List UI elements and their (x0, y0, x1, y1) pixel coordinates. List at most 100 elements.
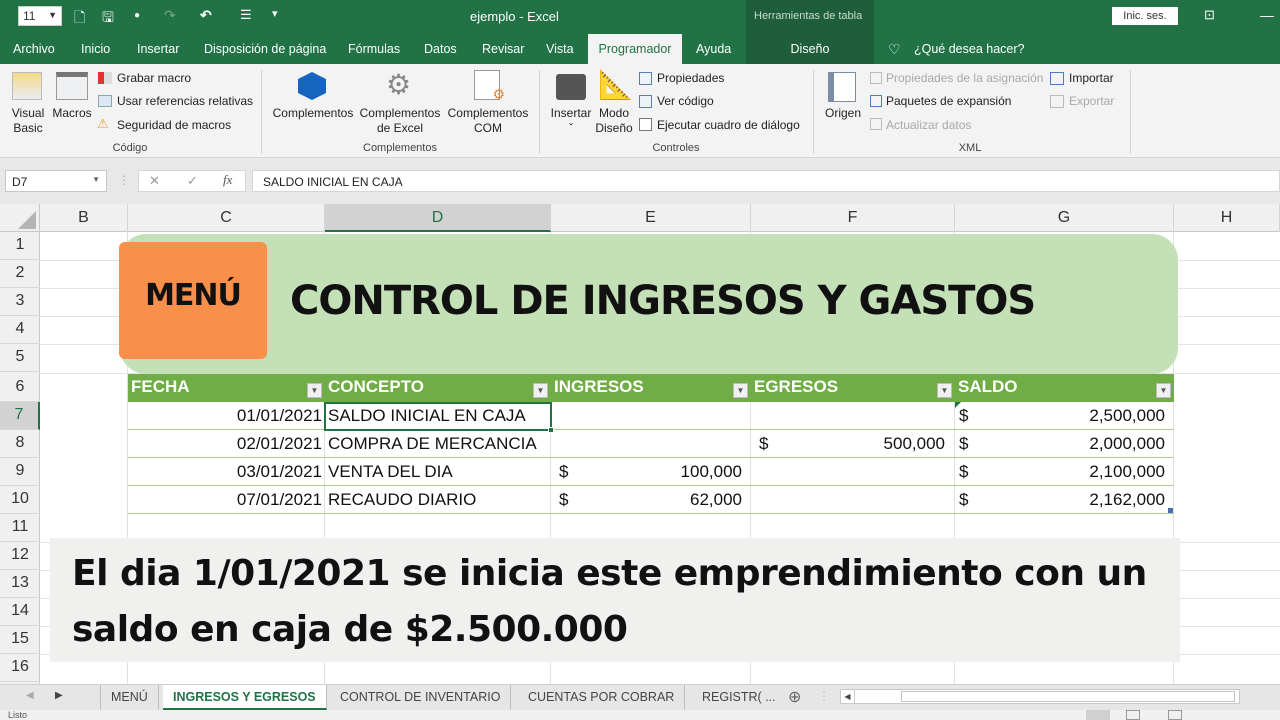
cell-saldo[interactable]: $2,500,000 (955, 402, 1165, 430)
cell-ingresos[interactable]: $62,000 (555, 486, 742, 514)
tell-me-input[interactable]: ¿Qué desea hacer? (914, 42, 1025, 56)
page-break-view-icon[interactable] (1168, 710, 1182, 720)
sheet-tab-control-inventario[interactable]: CONTROL DE INVENTARIO (330, 685, 512, 710)
cell-concepto[interactable]: RECAUDO DIARIO (328, 486, 554, 514)
filter-dropdown-icon[interactable]: ▼ (733, 383, 748, 398)
cell-saldo[interactable]: $2,100,000 (955, 458, 1165, 486)
sheet-tab-ingresos-egresos[interactable]: INGRESOS Y EGRESOS (163, 685, 327, 710)
column-header-d[interactable]: D (325, 204, 551, 232)
macros-button[interactable]: Macros (50, 106, 94, 121)
export-button[interactable]: Exportar (1069, 94, 1114, 108)
cell-ingresos[interactable]: $100,000 (555, 458, 742, 486)
fill-handle[interactable] (548, 427, 554, 433)
cell-egresos[interactable] (751, 486, 955, 514)
customize-qat-icon[interactable]: ▾ (272, 7, 278, 20)
filter-dropdown-icon[interactable]: ▼ (1156, 383, 1171, 398)
properties-button[interactable]: Propiedades (657, 71, 724, 85)
minimize-icon[interactable]: — (1260, 7, 1274, 23)
com-add-ins-button[interactable]: Complementos COM (444, 106, 532, 136)
cell-fecha[interactable]: 07/01/2021 (128, 486, 322, 514)
cell-saldo[interactable]: $2,162,000 (955, 486, 1165, 514)
font-size-select[interactable]: 11 ▼ (18, 6, 62, 26)
scrollbar-thumb[interactable] (901, 691, 1235, 702)
row-header[interactable]: 3 (0, 288, 40, 316)
tab-diseno[interactable]: Diseño (746, 34, 874, 64)
horizontal-scrollbar[interactable]: ◀ (840, 689, 1240, 704)
excel-add-ins-button[interactable]: Complementos de Excel (356, 106, 444, 136)
expansion-packs-button[interactable]: Paquetes de expansión (886, 94, 1011, 108)
scroll-left-arrow-icon[interactable]: ◀ (841, 690, 855, 703)
ribbon-display-icon[interactable]: ⊡ (1204, 7, 1215, 23)
cell-fecha[interactable]: 02/01/2021 (128, 430, 322, 458)
row-header[interactable]: 2 (0, 260, 40, 288)
cell-saldo[interactable]: $2,000,000 (955, 430, 1165, 458)
redo-icon[interactable]: ↷ (164, 7, 176, 24)
tab-programador[interactable]: Programador (588, 34, 682, 64)
enter-icon[interactable]: ✓ (187, 173, 198, 189)
add-sheet-icon[interactable]: ⊕ (788, 687, 801, 707)
column-header-h[interactable]: H (1174, 204, 1280, 232)
scroll-right-icon[interactable]: ▶ (55, 690, 63, 701)
cell-concepto[interactable]: VENTA DEL DIA (328, 458, 554, 486)
row-header-selected[interactable]: 7 (0, 402, 40, 430)
page-layout-view-icon[interactable] (1126, 710, 1140, 720)
row-header[interactable]: 14 (0, 598, 40, 626)
row-header[interactable]: 1 (0, 232, 40, 260)
name-box[interactable]: D7 ▼ (5, 170, 107, 192)
save-icon[interactable]: 🖫 (102, 7, 114, 31)
tab-revisar[interactable]: Revisar (482, 42, 524, 56)
form-icon[interactable]: ☰ (240, 7, 252, 23)
row-header[interactable]: 5 (0, 344, 40, 372)
select-all-button[interactable] (0, 204, 40, 232)
cell-ingresos[interactable] (551, 402, 751, 430)
sheet-tab-registro[interactable]: REGISTR( ... (692, 685, 786, 710)
active-cell-d7[interactable] (324, 402, 552, 431)
tab-disposicion[interactable]: Disposición de página (204, 42, 326, 56)
cell-egresos[interactable]: $500,000 (755, 430, 945, 458)
cell-ingresos[interactable] (551, 430, 751, 458)
cell-egresos[interactable] (751, 402, 955, 430)
cell-fecha[interactable]: 01/01/2021 (128, 402, 322, 430)
formula-input[interactable]: SALDO INICIAL EN CAJA (252, 170, 1280, 192)
cell-egresos[interactable] (751, 458, 955, 486)
import-button[interactable]: Importar (1069, 71, 1114, 85)
view-code-button[interactable]: Ver código (657, 94, 714, 108)
new-file-icon[interactable]: 🗋 (74, 7, 85, 31)
row-header[interactable]: 15 (0, 626, 40, 654)
row-header[interactable]: 6 (0, 374, 40, 402)
sign-in-button[interactable]: Inic. ses. (1112, 7, 1178, 25)
cell-fecha[interactable]: 03/01/2021 (128, 458, 322, 486)
row-header[interactable]: 16 (0, 654, 40, 682)
undo-icon[interactable]: ↶ (200, 7, 212, 24)
tab-ayuda[interactable]: Ayuda (696, 42, 731, 56)
insert-function-icon[interactable]: fx (223, 172, 232, 188)
row-header[interactable]: 8 (0, 430, 40, 458)
tab-archivo[interactable]: Archivo (13, 42, 55, 56)
row-header[interactable]: 13 (0, 570, 40, 598)
normal-view-icon[interactable] (1086, 710, 1110, 720)
add-ins-button[interactable]: Complementos (270, 106, 356, 121)
design-mode-button[interactable]: Modo Diseño (592, 106, 636, 136)
map-properties-button[interactable]: Propiedades de la asignación (886, 71, 1043, 85)
filter-dropdown-icon[interactable]: ▼ (937, 383, 952, 398)
tab-vista[interactable]: Vista (546, 42, 574, 56)
tab-formulas[interactable]: Fórmulas (348, 42, 400, 56)
row-header[interactable]: 12 (0, 542, 40, 570)
table-resize-handle[interactable] (1168, 508, 1173, 513)
row-header[interactable]: 4 (0, 316, 40, 344)
macro-security-button[interactable]: Seguridad de macros (117, 118, 231, 132)
cell-concepto[interactable]: COMPRA DE MERCANCIA (328, 430, 554, 458)
column-header-c[interactable]: C (128, 204, 325, 232)
filter-dropdown-icon[interactable]: ▼ (533, 383, 548, 398)
row-header[interactable]: 9 (0, 458, 40, 486)
run-dialog-button[interactable]: Ejecutar cuadro de diálogo (657, 118, 800, 132)
sheet-tab-menu[interactable]: MENÚ (100, 685, 159, 710)
scroll-left-icon[interactable]: ◀ (26, 690, 34, 701)
column-header-e[interactable]: E (551, 204, 751, 232)
column-header-b[interactable]: B (40, 204, 128, 232)
refresh-data-button[interactable]: Actualizar datos (886, 118, 971, 132)
drag-handle-icon[interactable]: ⋮ (118, 173, 130, 187)
cancel-icon[interactable]: ✕ (149, 173, 160, 189)
row-header[interactable]: 10 (0, 486, 40, 514)
xml-source-button[interactable]: Origen (820, 106, 866, 121)
